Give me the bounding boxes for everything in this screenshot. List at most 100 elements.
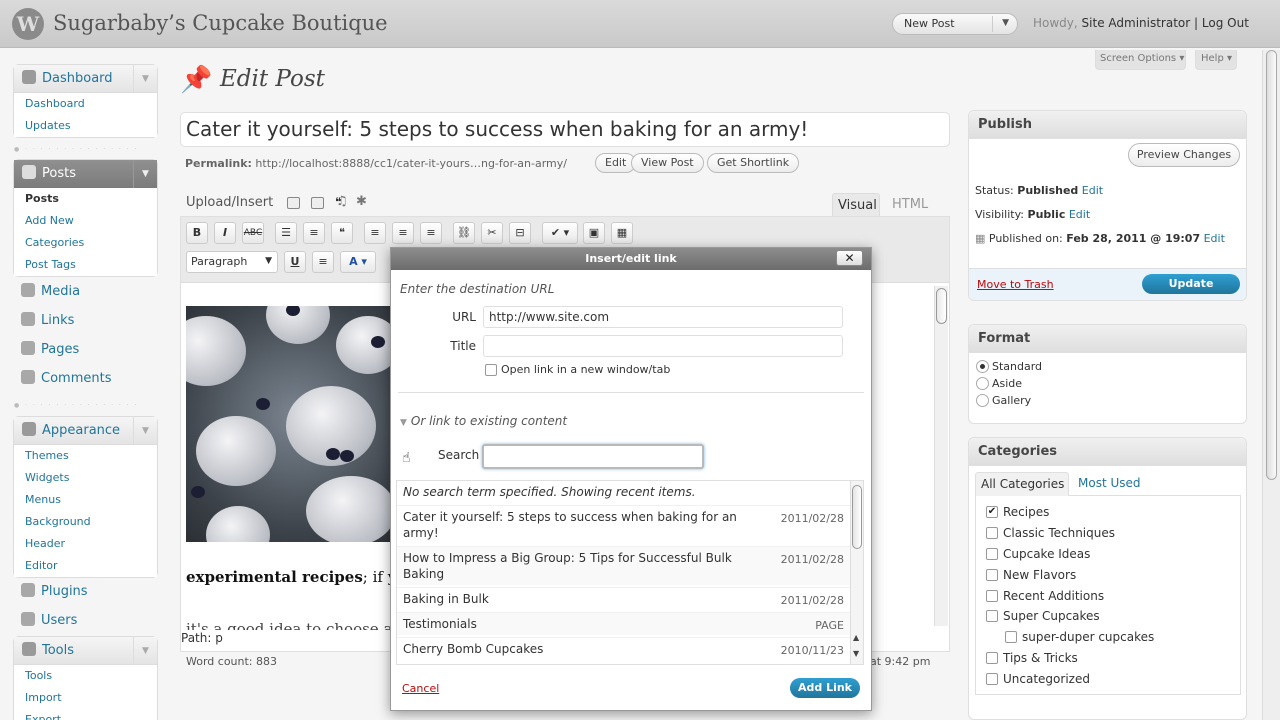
menu-appearance-top[interactable]: Appearance ▼ — [14, 417, 157, 445]
underline-button[interactable]: U — [284, 251, 306, 273]
favorite-actions-dropdown[interactable]: New Post ▼ — [892, 13, 1018, 35]
category-checkbox[interactable] — [986, 652, 998, 664]
category-checkbox[interactable] — [986, 569, 998, 581]
italic-button[interactable]: I — [214, 222, 236, 244]
menu-sub-editor[interactable]: Editor — [14, 555, 157, 577]
format-standard-radio[interactable] — [976, 360, 989, 373]
publish-box-title[interactable]: Publish — [969, 111, 1246, 139]
new-window-label[interactable]: Open link in a new window/tab — [501, 363, 670, 376]
tab-all-categories[interactable]: All Categories — [975, 472, 1069, 496]
menu-sub-themes[interactable]: Themes — [14, 445, 157, 467]
preview-changes-button[interactable]: Preview Changes — [1128, 143, 1240, 167]
post-content-text-line[interactable]: it's a good idea to choose a r — [186, 620, 404, 630]
url-input[interactable]: http://www.site.com — [483, 306, 843, 328]
format-gallery-radio[interactable] — [976, 394, 989, 407]
category-checkbox[interactable] — [986, 590, 998, 602]
menu-users[interactable]: Users — [13, 607, 158, 635]
scroll-up-icon[interactable]: ▲ — [853, 633, 859, 642]
menu-plugins[interactable]: Plugins — [13, 578, 158, 606]
cancel-link[interactable]: Cancel — [402, 682, 439, 695]
menu-sub-import[interactable]: Import — [14, 687, 157, 709]
menu-sub-post-tags[interactable]: Post Tags — [14, 254, 157, 276]
menu-sub-tools[interactable]: Tools — [14, 665, 157, 687]
menu-sub-dashboard[interactable]: Dashboard — [14, 93, 157, 115]
page-scrollbar[interactable] — [1262, 50, 1280, 720]
menu-sub-categories[interactable]: Categories — [14, 232, 157, 254]
add-media-icon[interactable]: ✱ — [356, 194, 367, 209]
category-checkbox[interactable] — [986, 527, 998, 539]
menu-links[interactable]: Links — [13, 307, 158, 335]
editor-scrollbar[interactable] — [934, 286, 948, 626]
update-button[interactable]: Update — [1142, 274, 1240, 294]
scroll-thumb[interactable] — [852, 485, 862, 549]
insert-link-button[interactable]: ⛓ — [453, 222, 475, 244]
format-box-title[interactable]: Format — [969, 325, 1246, 353]
close-icon[interactable]: ✕ — [836, 250, 863, 266]
menu-sub-widgets[interactable]: Widgets — [14, 467, 157, 489]
scroll-thumb[interactable] — [1266, 50, 1277, 480]
blockquote-button[interactable]: ❝ — [331, 222, 353, 244]
category-checkbox[interactable] — [986, 673, 998, 685]
categories-box-title[interactable]: Categories — [969, 438, 1246, 466]
logout-link[interactable]: Log Out — [1202, 16, 1249, 30]
add-link-button[interactable]: Add Link — [790, 678, 860, 698]
format-select[interactable]: Paragraph ▼ — [186, 251, 278, 273]
screen-options-tab[interactable]: Screen Options ▾ — [1095, 50, 1186, 70]
menu-sub-export[interactable]: Export — [14, 709, 157, 720]
scroll-thumb[interactable] — [936, 288, 947, 324]
chevron-down-icon[interactable]: ▼ — [133, 160, 157, 188]
insert-more-button[interactable]: ⊟ — [509, 222, 531, 244]
new-window-checkbox[interactable] — [485, 364, 497, 376]
spellcheck-button[interactable]: ✔ ▾ — [542, 222, 578, 244]
wordpress-logo-icon[interactable]: W — [12, 8, 44, 40]
list-item[interactable]: Testimonials PAGE — [397, 612, 850, 635]
menu-sub-menus[interactable]: Menus — [14, 489, 157, 511]
menu-comments[interactable]: Comments — [13, 365, 158, 393]
justify-button[interactable]: ≡ — [312, 251, 334, 273]
bullet-list-button[interactable]: ☰ — [275, 222, 297, 244]
tab-html[interactable]: HTML — [884, 193, 932, 217]
menu-tools-top[interactable]: Tools ▼ — [14, 637, 157, 665]
title-input[interactable] — [483, 335, 843, 357]
text-color-button[interactable]: A ▾ — [340, 251, 376, 273]
menu-posts-top[interactable]: Posts ▼ — [14, 160, 157, 188]
chevron-down-icon[interactable]: ▼ — [133, 637, 157, 665]
category-checkbox[interactable] — [986, 610, 998, 622]
add-image-icon[interactable] — [287, 197, 300, 209]
category-checkbox[interactable] — [986, 548, 998, 560]
strikethrough-button[interactable]: ABC — [242, 222, 264, 244]
add-audio-icon[interactable]: ♫ — [336, 194, 348, 209]
results-scrollbar[interactable]: ▲ ▼ — [850, 481, 863, 664]
tab-visual[interactable]: Visual — [832, 193, 880, 217]
cupcake-image[interactable] — [186, 306, 396, 542]
user-link[interactable]: Site Administrator — [1082, 16, 1191, 30]
move-to-trash-link[interactable]: Move to Trash — [977, 278, 1054, 291]
bold-button[interactable]: B — [186, 222, 208, 244]
numbered-list-button[interactable]: ≡ — [303, 222, 325, 244]
post-content-text[interactable]: experimental recipes; if y — [186, 568, 396, 586]
list-item[interactable]: Baking in Bulk 2011/02/28 — [397, 587, 850, 610]
menu-sub-header[interactable]: Header — [14, 533, 157, 555]
kitchen-sink-button[interactable]: ▦ — [611, 222, 633, 244]
edit-status-link[interactable]: Edit — [1082, 184, 1103, 197]
category-checkbox[interactable]: ✔ — [986, 506, 998, 518]
unlink-button[interactable]: ✂ — [481, 222, 503, 244]
menu-sub-posts[interactable]: Posts — [14, 188, 157, 210]
help-tab[interactable]: Help ▾ — [1195, 50, 1237, 70]
add-video-icon[interactable] — [311, 197, 324, 209]
scroll-down-icon[interactable]: ▼ — [853, 649, 859, 658]
permalink-url[interactable]: http://localhost:8888/cc1/cater-it-yours… — [255, 157, 567, 170]
align-center-button[interactable]: ≡ — [392, 222, 414, 244]
chevron-down-icon[interactable]: ▼ — [1002, 18, 1009, 28]
post-title-input[interactable]: Cater it yourself: 5 steps to success wh… — [180, 112, 950, 147]
menu-pages[interactable]: Pages — [13, 336, 158, 364]
menu-dashboard-top[interactable]: Dashboard ▼ — [14, 65, 157, 93]
menu-media[interactable]: Media — [13, 278, 158, 306]
edit-visibility-link[interactable]: Edit — [1069, 208, 1090, 221]
list-item[interactable]: Cherry Bomb Cupcakes 2010/11/23 — [397, 637, 850, 660]
category-checkbox[interactable] — [1005, 631, 1017, 643]
edit-date-link[interactable]: Edit — [1204, 232, 1225, 245]
menu-sub-add-new[interactable]: Add New — [14, 210, 157, 232]
align-right-button[interactable]: ≡ — [420, 222, 442, 244]
view-post-button[interactable]: View Post — [631, 153, 704, 173]
